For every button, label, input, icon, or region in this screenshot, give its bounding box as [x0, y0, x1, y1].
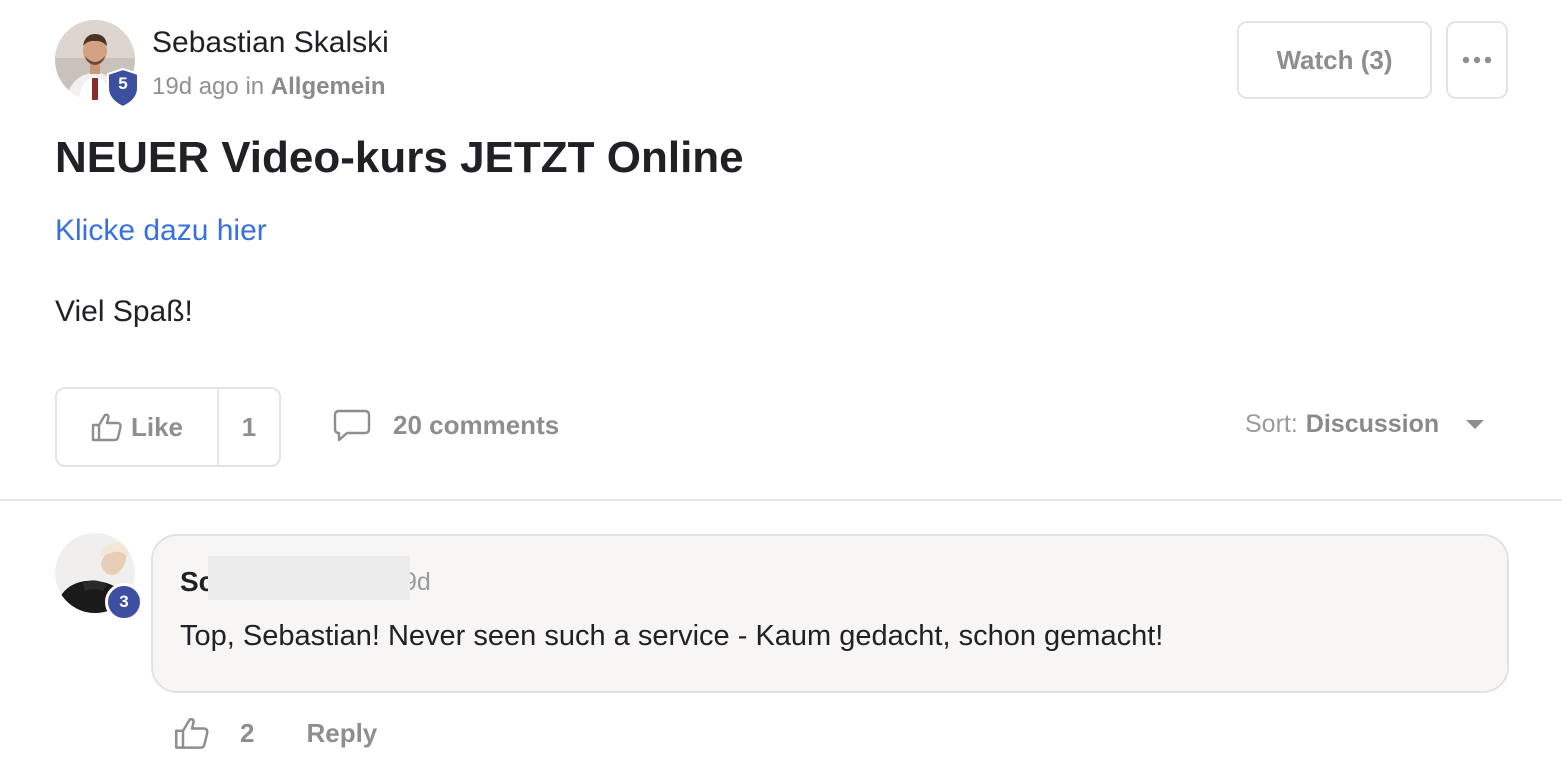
like-button[interactable]: Like	[57, 389, 219, 465]
commenter-level-badge: 3	[105, 583, 143, 621]
post-link[interactable]: Klicke dazu hier	[55, 214, 267, 248]
post-time: 19d ago	[152, 73, 239, 100]
author-level-number: 5	[118, 74, 128, 93]
like-label: Like	[130, 411, 184, 442]
comment-thumbs-up-icon[interactable]	[174, 716, 210, 750]
comment-text: Top, Sebastian! Never seen such a servic…	[180, 620, 1164, 652]
comment-icon	[333, 409, 371, 442]
post-meta: 19d ago in Allgemein	[152, 73, 386, 101]
sort-value: Discussion	[1305, 410, 1440, 438]
watch-button[interactable]: Watch (3)	[1237, 21, 1432, 99]
like-group: Like 1	[55, 387, 281, 467]
post-in-label: in	[245, 73, 265, 100]
more-horizontal-icon	[1462, 56, 1492, 64]
comments-link[interactable]: 20 comments	[333, 408, 559, 442]
more-options-button[interactable]	[1446, 21, 1508, 99]
author-level-badge: 5	[106, 68, 140, 108]
sort-label: Sort:	[1245, 410, 1298, 438]
comment-like-count[interactable]: 2	[240, 718, 254, 749]
section-divider	[0, 499, 1562, 501]
thumbs-up-icon	[91, 413, 122, 442]
post-category-link[interactable]: Allgemein	[271, 73, 386, 100]
reply-button[interactable]: Reply	[306, 718, 377, 749]
post-body-text: Viel Spaß!	[55, 295, 193, 328]
comments-count-label: 20 comments	[393, 409, 560, 440]
post-title: NEUER Video-kurs JETZT Online	[55, 133, 744, 182]
post-page: 5 Sebastian Skalski 19d ago in Allgemein…	[0, 0, 1562, 778]
comment-bubble: Sc 9d Top, Sebastian! Never seen such a …	[151, 534, 1509, 693]
caret-down-icon	[1466, 419, 1485, 429]
sort-dropdown[interactable]: Sort: Discussion	[1245, 410, 1485, 439]
redaction-box	[208, 556, 410, 600]
author-name[interactable]: Sebastian Skalski	[152, 26, 389, 60]
comment-actions: 2 Reply	[174, 716, 377, 750]
like-count[interactable]: 1	[219, 389, 279, 465]
